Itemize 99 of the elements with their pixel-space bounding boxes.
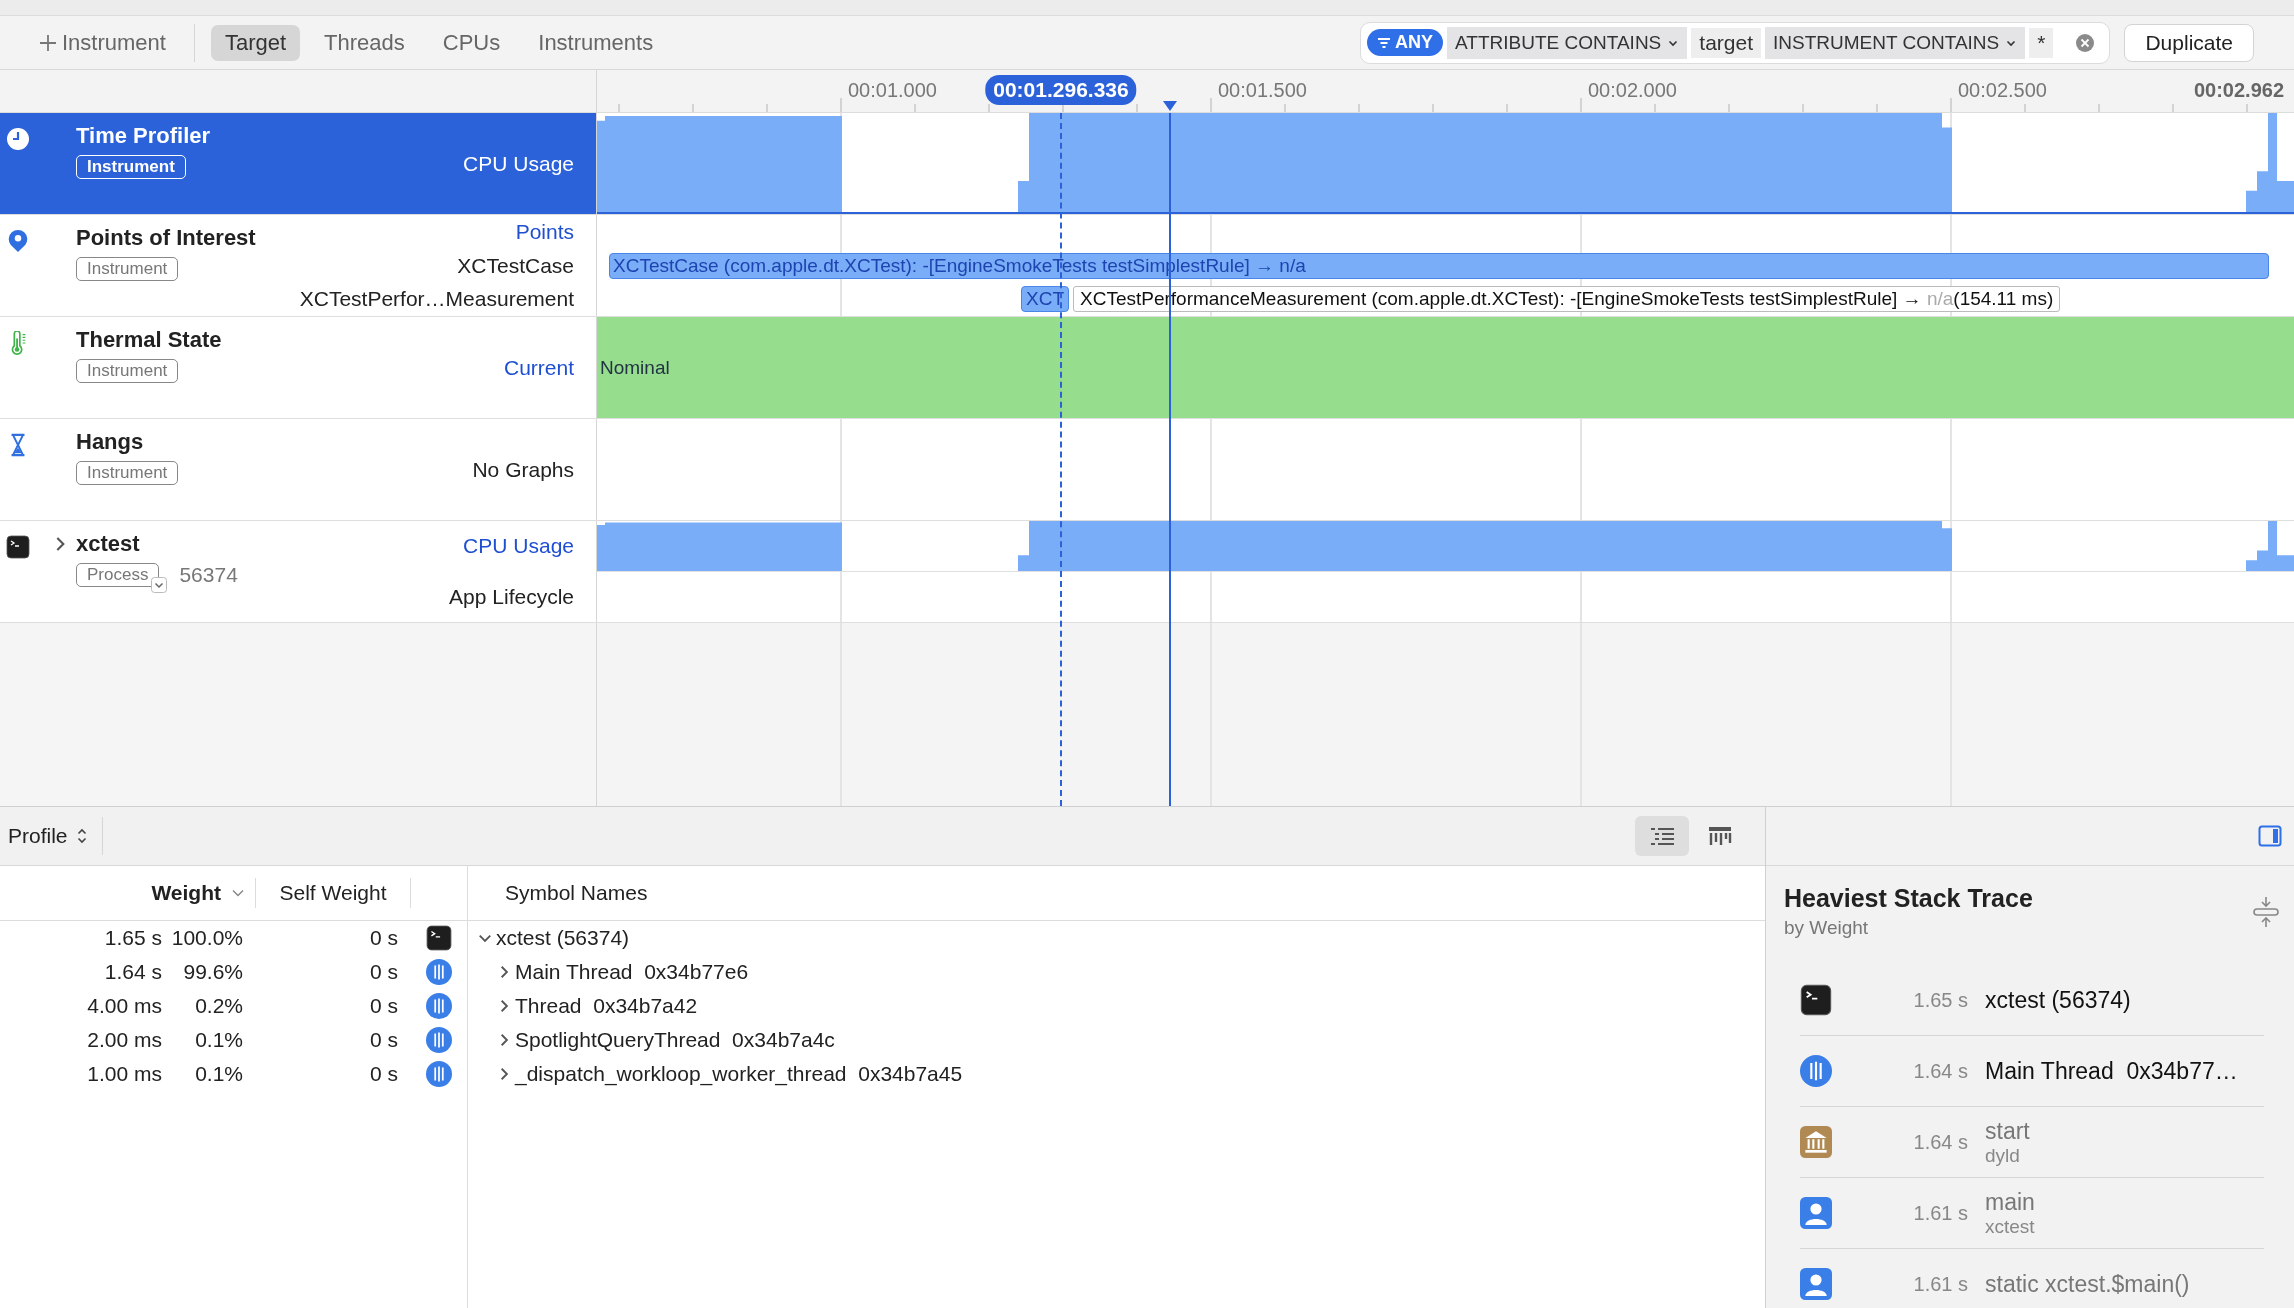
self-weight-cell-text: 0 s (369, 1062, 399, 1086)
thread-icon (426, 1027, 452, 1053)
sidebar-toggle-icon[interactable] (2258, 825, 2282, 847)
hover-time-badge: 00:01.296.336 (985, 75, 1137, 105)
weight-cell-text: 2.00 ms (86, 1028, 163, 1052)
column-header[interactable]: Self Weight (256, 878, 411, 908)
add-instrument-button[interactable]: Instrument (36, 25, 168, 60)
symbol-name[interactable]: Thread 0x34b7a42 (515, 994, 698, 1018)
time-tick-label: 00:02.000 (1588, 79, 1677, 102)
weight-cell-text: 4.00 ms (86, 994, 163, 1018)
thread-icon (426, 1061, 452, 1087)
process-id: 56374 (179, 563, 238, 587)
sort-chevron-icon (231, 888, 245, 898)
track-type-label: Instrument (76, 359, 179, 383)
time-tick-label: 00:02.500 (1958, 79, 2047, 102)
frame-library: xctest (1985, 1215, 2036, 1238)
weight-cell-text: 1.65 s (103, 926, 163, 950)
panel-subtitle: by Weight (1784, 917, 1870, 939)
track-type-label: Instrument (76, 461, 179, 485)
lane-label: Points (515, 219, 574, 244)
percent-cell-text: 99.6% (182, 960, 244, 984)
building-icon (1800, 1126, 1832, 1158)
lane-label: No Graphs (472, 457, 574, 482)
frame-weight: 1.64 s (1912, 1059, 1968, 1083)
time-tick-label: 00:01.500 (1218, 79, 1307, 102)
thread-icon (1800, 1055, 1832, 1087)
plus-icon (38, 32, 58, 53)
frame-name[interactable]: main (1985, 1188, 2264, 1216)
frame-weight: 1.61 s (1912, 1272, 1968, 1296)
frame-weight: 1.61 s (1912, 1201, 1968, 1225)
column-header[interactable]: Weight (0, 878, 256, 908)
track-header[interactable]: Time Profiler Instrument CPU Usage (0, 113, 597, 214)
clear-icon[interactable] (2075, 32, 2096, 53)
track-title: Time Profiler (76, 123, 211, 149)
view-selector[interactable]: Profile (8, 820, 88, 852)
frame-name[interactable]: xctest (56374) (1985, 986, 2264, 1014)
track-type-label: Instrument (76, 155, 186, 179)
percent-cell-text: 0.2% (194, 994, 244, 1018)
terminal-icon (1800, 984, 1832, 1016)
filter-field[interactable]: ANY ATTRIBUTE CONTAINS target INSTRUMENT CONTAINS * (1360, 21, 2111, 64)
tab[interactable]: CPUs (428, 24, 515, 61)
dropdown-icon[interactable] (151, 577, 168, 593)
lane-label: CPU Usage (463, 151, 574, 176)
user-icon (1800, 1197, 1832, 1229)
tab[interactable]: Target (210, 24, 301, 61)
frame-weight: 1.65 s (1912, 988, 1968, 1012)
self-weight-cell-text: 0 s (369, 1028, 399, 1052)
filter-value[interactable]: target (1691, 27, 1761, 58)
percent-cell-text: 0.1% (194, 1062, 244, 1086)
up-down-chevron-icon (75, 827, 88, 845)
frame-name[interactable]: static xctest.$main() (1985, 1270, 2264, 1298)
lane-label: Current (503, 355, 574, 380)
list-view-button[interactable] (1635, 816, 1689, 856)
filter-token[interactable]: ATTRIBUTE CONTAINS (1447, 26, 1688, 59)
filter-icon (1377, 36, 1392, 49)
lane-label: App Lifecycle (449, 584, 574, 609)
track-type-label: Instrument (76, 257, 179, 281)
column-header[interactable]: Symbol Names (467, 878, 1765, 908)
track-title: Thermal State (76, 327, 222, 353)
time-tick-label: 00:02.962 (2193, 79, 2284, 102)
symbol-name[interactable]: Main Thread 0x34b77e6 (515, 960, 749, 984)
frame-weight: 1.64 s (1912, 1130, 1968, 1154)
track-title: Points of Interest (76, 225, 256, 251)
thermal-state-bar: Nominal (597, 317, 2294, 418)
tab[interactable]: Instruments (524, 24, 668, 61)
symbol-name[interactable]: xctest (56374) (496, 926, 630, 950)
terminal-icon (6, 535, 30, 559)
duplicate-button[interactable]: Duplicate (2124, 23, 2254, 62)
weight-cell-text: 1.00 ms (86, 1062, 163, 1086)
lane-label: XCTestCase (457, 253, 574, 278)
panel-title: Heaviest Stack Trace (1784, 884, 2033, 913)
symbol-name[interactable]: SpotlightQueryThread 0x34b7a4c (515, 1028, 835, 1052)
frame-name[interactable]: start (1985, 1117, 2264, 1145)
percent-cell-text: 0.1% (194, 1028, 244, 1052)
symbol-name[interactable]: _dispatch_workloop_worker_thread 0x34b7a45 (515, 1062, 963, 1086)
thread-icon (426, 993, 452, 1019)
lane-label: CPU Usage (463, 534, 574, 559)
frame-library: dyld (1985, 1144, 2021, 1167)
time-tick-label: 00:01.000 (848, 79, 937, 102)
match-mode-button[interactable]: ANY (1367, 29, 1444, 56)
self-weight-cell-text: 0 s (369, 960, 399, 984)
tab[interactable]: Threads (310, 24, 419, 61)
compress-icon[interactable] (2252, 896, 2280, 928)
weight-cell-text: 1.64 s (103, 960, 163, 984)
clock-icon (6, 127, 30, 151)
map-pin-icon (6, 229, 30, 253)
percent-cell-text: 100.0% (170, 926, 244, 950)
track-title: xctest (76, 531, 141, 557)
filter-value[interactable]: * (2029, 27, 2054, 58)
self-weight-cell-text: 0 s (369, 994, 399, 1018)
self-weight-cell-text: 0 s (369, 926, 399, 950)
interval-bar[interactable]: XCT (1021, 286, 1069, 313)
terminal-icon (426, 925, 452, 951)
frame-name[interactable]: Main Thread 0x34b77… (1985, 1057, 2264, 1085)
filter-token[interactable]: INSTRUMENT CONTAINS (1765, 26, 2026, 59)
track-title: Hangs (76, 429, 145, 455)
thread-icon (426, 959, 452, 985)
user-icon (1800, 1268, 1832, 1300)
lane-label: XCTestPerfor…Measurement (299, 287, 574, 312)
